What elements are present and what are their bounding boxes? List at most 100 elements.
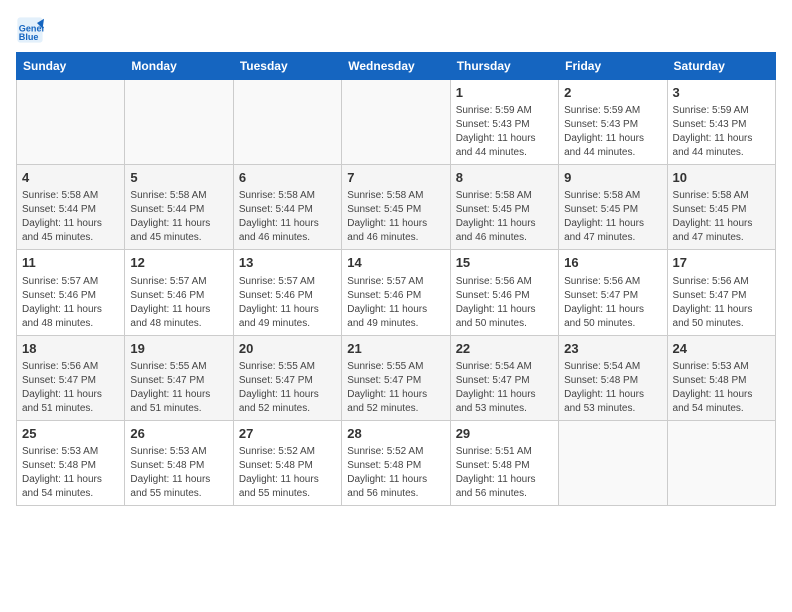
calendar-cell: 10 Sunrise: 5:58 AM Sunset: 5:45 PM Dayli…: [667, 165, 775, 250]
day-number: 8: [456, 169, 553, 187]
col-header-sunday: Sunday: [17, 53, 125, 80]
calendar-week-row: 18 Sunrise: 5:56 AM Sunset: 5:47 PM Dayli…: [17, 335, 776, 420]
col-header-wednesday: Wednesday: [342, 53, 450, 80]
calendar-cell: 23 Sunrise: 5:54 AM Sunset: 5:48 PM Dayli…: [559, 335, 667, 420]
day-number: 20: [239, 340, 336, 358]
day-info: Sunrise: 5:58 AM Sunset: 5:44 PM Dayligh…: [239, 189, 336, 245]
calendar-cell: 8Sunrise: 5:58 AM Sunset: 5:45 PM Daylig…: [450, 165, 558, 250]
day-info: Sunrise: 5:59 AM Sunset: 5:43 PM Dayligh…: [564, 104, 661, 160]
day-number: 23: [564, 340, 661, 358]
day-info: Sunrise: 5:58 AM Sunset: 5:45 PM Dayligh…: [347, 189, 444, 245]
calendar-header-row: SundayMondayTuesdayWednesdayThursdayFrid…: [17, 53, 776, 80]
calendar-cell: 19 Sunrise: 5:55 AM Sunset: 5:47 PM Dayli…: [125, 335, 233, 420]
calendar-cell: 22Sunrise: 5:54 AM Sunset: 5:47 PM Dayli…: [450, 335, 558, 420]
calendar-cell: 13 Sunrise: 5:57 AM Sunset: 5:46 PM Dayli…: [233, 250, 341, 335]
day-info: Sunrise: 5:56 AM Sunset: 5:46 PM Dayligh…: [456, 275, 553, 331]
calendar-cell: 29 Sunrise: 5:51 AM Sunset: 5:48 PM Dayli…: [450, 420, 558, 505]
day-info: Sunrise: 5:56 AM Sunset: 5:47 PM Dayligh…: [564, 275, 661, 331]
day-info: Sunrise: 5:59 AM Sunset: 5:43 PM Dayligh…: [673, 104, 770, 160]
day-info: Sunrise: 5:54 AM Sunset: 5:47 PM Dayligh…: [456, 360, 553, 416]
day-number: 19: [130, 340, 227, 358]
day-number: 28: [347, 425, 444, 443]
calendar-cell: 26 Sunrise: 5:53 AM Sunset: 5:48 PM Dayli…: [125, 420, 233, 505]
day-number: 13: [239, 254, 336, 272]
day-info: Sunrise: 5:54 AM Sunset: 5:48 PM Dayligh…: [564, 360, 661, 416]
calendar-cell: 1 Sunrise: 5:59 AM Sunset: 5:43 PM Daylig…: [450, 80, 558, 165]
day-info: Sunrise: 5:52 AM Sunset: 5:48 PM Dayligh…: [347, 445, 444, 501]
day-number: 25: [22, 425, 119, 443]
col-header-tuesday: Tuesday: [233, 53, 341, 80]
calendar-cell: 27 Sunrise: 5:52 AM Sunset: 5:48 PM Dayli…: [233, 420, 341, 505]
day-number: 7: [347, 169, 444, 187]
day-info: Sunrise: 5:57 AM Sunset: 5:46 PM Dayligh…: [239, 275, 336, 331]
day-info: Sunrise: 5:53 AM Sunset: 5:48 PM Dayligh…: [673, 360, 770, 416]
day-number: 3: [673, 84, 770, 102]
calendar-cell: 25 Sunrise: 5:53 AM Sunset: 5:48 PM Dayli…: [17, 420, 125, 505]
calendar-cell: [125, 80, 233, 165]
day-number: 1: [456, 84, 553, 102]
calendar-week-row: 1 Sunrise: 5:59 AM Sunset: 5:43 PM Daylig…: [17, 80, 776, 165]
col-header-friday: Friday: [559, 53, 667, 80]
calendar-cell: [17, 80, 125, 165]
day-number: 21: [347, 340, 444, 358]
day-number: 24: [673, 340, 770, 358]
calendar-cell: 15Sunrise: 5:56 AM Sunset: 5:46 PM Dayli…: [450, 250, 558, 335]
calendar-table: SundayMondayTuesdayWednesdayThursdayFrid…: [16, 52, 776, 506]
day-info: Sunrise: 5:56 AM Sunset: 5:47 PM Dayligh…: [673, 275, 770, 331]
calendar-cell: 17Sunrise: 5:56 AM Sunset: 5:47 PM Dayli…: [667, 250, 775, 335]
calendar-week-row: 25 Sunrise: 5:53 AM Sunset: 5:48 PM Dayli…: [17, 420, 776, 505]
day-info: Sunrise: 5:57 AM Sunset: 5:46 PM Dayligh…: [130, 275, 227, 331]
day-info: Sunrise: 5:51 AM Sunset: 5:48 PM Dayligh…: [456, 445, 553, 501]
day-info: Sunrise: 5:58 AM Sunset: 5:45 PM Dayligh…: [673, 189, 770, 245]
day-info: Sunrise: 5:58 AM Sunset: 5:45 PM Dayligh…: [564, 189, 661, 245]
calendar-cell: 5Sunrise: 5:58 AM Sunset: 5:44 PM Daylig…: [125, 165, 233, 250]
day-number: 10: [673, 169, 770, 187]
day-info: Sunrise: 5:53 AM Sunset: 5:48 PM Dayligh…: [22, 445, 119, 501]
calendar-cell: 14 Sunrise: 5:57 AM Sunset: 5:46 PM Dayli…: [342, 250, 450, 335]
calendar-cell: 7 Sunrise: 5:58 AM Sunset: 5:45 PM Daylig…: [342, 165, 450, 250]
day-number: 16: [564, 254, 661, 272]
day-number: 9: [564, 169, 661, 187]
day-info: Sunrise: 5:55 AM Sunset: 5:47 PM Dayligh…: [347, 360, 444, 416]
day-info: Sunrise: 5:59 AM Sunset: 5:43 PM Dayligh…: [456, 104, 553, 160]
day-number: 29: [456, 425, 553, 443]
calendar-cell: 12 Sunrise: 5:57 AM Sunset: 5:46 PM Dayli…: [125, 250, 233, 335]
logo: General Blue: [16, 16, 48, 44]
day-info: Sunrise: 5:56 AM Sunset: 5:47 PM Dayligh…: [22, 360, 119, 416]
calendar-cell: [233, 80, 341, 165]
day-info: Sunrise: 5:55 AM Sunset: 5:47 PM Dayligh…: [130, 360, 227, 416]
day-number: 26: [130, 425, 227, 443]
day-number: 12: [130, 254, 227, 272]
calendar-week-row: 4 Sunrise: 5:58 AM Sunset: 5:44 PM Daylig…: [17, 165, 776, 250]
calendar-cell: 6 Sunrise: 5:58 AM Sunset: 5:44 PM Daylig…: [233, 165, 341, 250]
day-number: 14: [347, 254, 444, 272]
svg-text:Blue: Blue: [19, 32, 39, 42]
day-number: 2: [564, 84, 661, 102]
day-info: Sunrise: 5:58 AM Sunset: 5:44 PM Dayligh…: [22, 189, 119, 245]
calendar-cell: 20 Sunrise: 5:55 AM Sunset: 5:47 PM Dayli…: [233, 335, 341, 420]
calendar-cell: 2 Sunrise: 5:59 AM Sunset: 5:43 PM Daylig…: [559, 80, 667, 165]
col-header-saturday: Saturday: [667, 53, 775, 80]
calendar-cell: 3 Sunrise: 5:59 AM Sunset: 5:43 PM Daylig…: [667, 80, 775, 165]
day-info: Sunrise: 5:55 AM Sunset: 5:47 PM Dayligh…: [239, 360, 336, 416]
calendar-cell: [559, 420, 667, 505]
day-number: 27: [239, 425, 336, 443]
day-info: Sunrise: 5:57 AM Sunset: 5:46 PM Dayligh…: [22, 275, 119, 331]
calendar-week-row: 11 Sunrise: 5:57 AM Sunset: 5:46 PM Dayli…: [17, 250, 776, 335]
calendar-cell: 9 Sunrise: 5:58 AM Sunset: 5:45 PM Daylig…: [559, 165, 667, 250]
day-number: 18: [22, 340, 119, 358]
calendar-cell: 11 Sunrise: 5:57 AM Sunset: 5:46 PM Dayli…: [17, 250, 125, 335]
day-number: 11: [22, 254, 119, 272]
col-header-monday: Monday: [125, 53, 233, 80]
day-number: 4: [22, 169, 119, 187]
calendar-cell: 24 Sunrise: 5:53 AM Sunset: 5:48 PM Dayli…: [667, 335, 775, 420]
col-header-thursday: Thursday: [450, 53, 558, 80]
calendar-cell: [342, 80, 450, 165]
day-number: 5: [130, 169, 227, 187]
day-info: Sunrise: 5:57 AM Sunset: 5:46 PM Dayligh…: [347, 275, 444, 331]
day-number: 6: [239, 169, 336, 187]
calendar-cell: 21 Sunrise: 5:55 AM Sunset: 5:47 PM Dayli…: [342, 335, 450, 420]
day-info: Sunrise: 5:53 AM Sunset: 5:48 PM Dayligh…: [130, 445, 227, 501]
calendar-cell: 18 Sunrise: 5:56 AM Sunset: 5:47 PM Dayli…: [17, 335, 125, 420]
day-info: Sunrise: 5:52 AM Sunset: 5:48 PM Dayligh…: [239, 445, 336, 501]
